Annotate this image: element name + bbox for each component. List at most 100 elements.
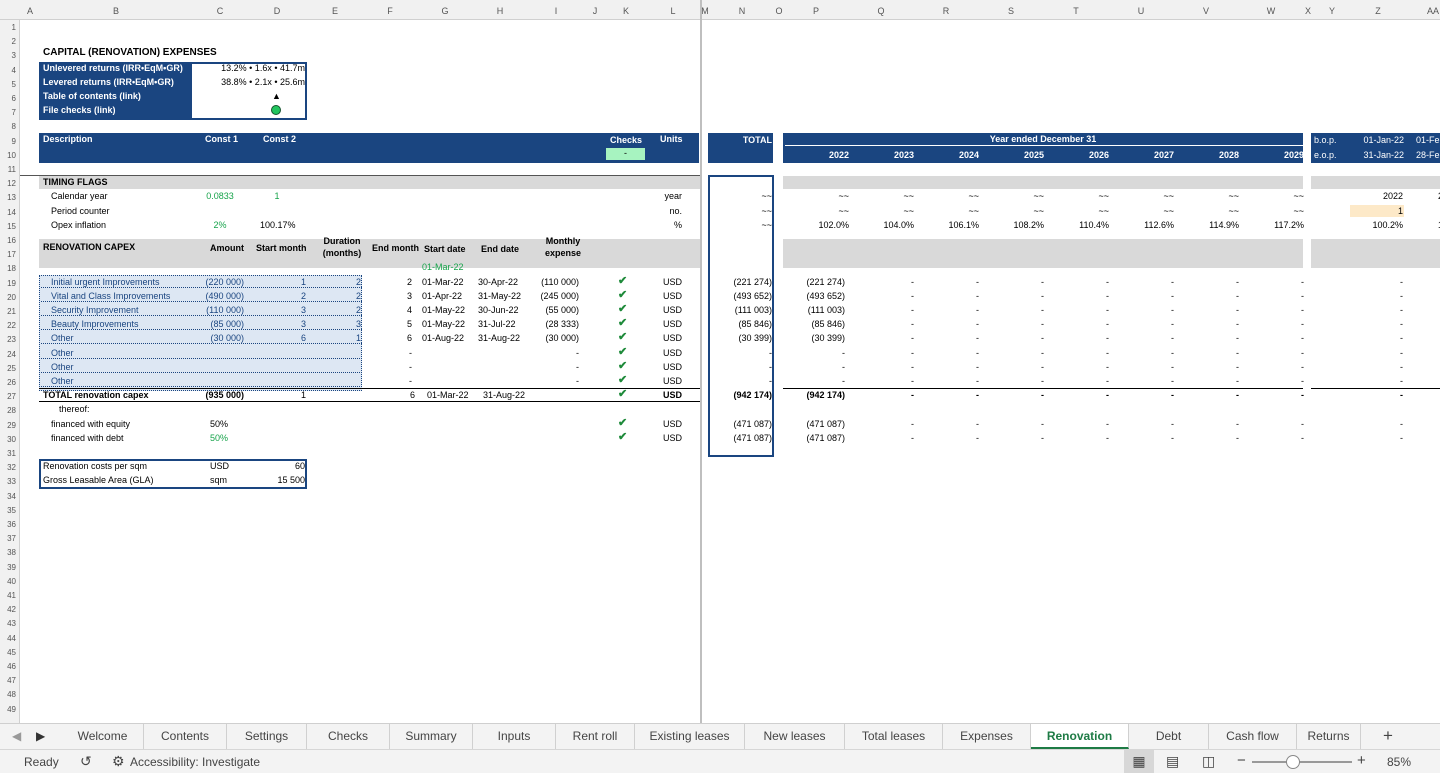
capex-item-name[interactable]: Other bbox=[51, 348, 74, 359]
sheet-tab-debt[interactable]: Debt bbox=[1129, 724, 1209, 749]
row-header[interactable]: 24 bbox=[7, 350, 16, 359]
column-header[interactable]: T bbox=[1073, 6, 1079, 16]
row-header[interactable]: 30 bbox=[7, 435, 16, 444]
macro-record-icon[interactable]: ↺ bbox=[80, 753, 92, 770]
capex-item-name[interactable]: Initial urgent Improvements bbox=[51, 277, 160, 288]
column-header[interactable]: H bbox=[497, 6, 504, 16]
row-header[interactable]: 4 bbox=[12, 66, 16, 75]
capex-duration[interactable] bbox=[331, 348, 361, 359]
row-header[interactable]: 35 bbox=[7, 506, 16, 515]
row-header[interactable]: 26 bbox=[7, 378, 16, 387]
row-header[interactable]: 5 bbox=[12, 80, 16, 89]
timing-const2[interactable] bbox=[260, 206, 294, 217]
timing-const2[interactable]: 100.17% bbox=[260, 220, 296, 231]
timing-const2[interactable]: 1 bbox=[260, 191, 294, 202]
row-header[interactable]: 47 bbox=[7, 676, 16, 685]
column-header[interactable]: V bbox=[1203, 6, 1209, 16]
add-sheet-icon[interactable]: + bbox=[1383, 726, 1393, 746]
capex-item-name[interactable]: Other bbox=[51, 376, 74, 387]
column-header[interactable]: E bbox=[332, 6, 338, 16]
row-header[interactable]: 13 bbox=[7, 193, 16, 202]
capex-duration[interactable]: 2 bbox=[331, 277, 361, 288]
zoom-slider[interactable] bbox=[1252, 755, 1352, 769]
row-header[interactable]: 1 bbox=[12, 23, 16, 32]
capex-item-name[interactable]: Other bbox=[51, 362, 74, 373]
column-header[interactable]: W bbox=[1267, 6, 1276, 16]
sheet-tab-total-leases[interactable]: Total leases bbox=[845, 724, 943, 749]
column-header[interactable]: D bbox=[274, 6, 281, 16]
capex-amount[interactable]: (220 000) bbox=[184, 277, 244, 288]
capex-item-name[interactable]: Other bbox=[51, 333, 74, 344]
column-header[interactable]: C bbox=[217, 6, 224, 16]
capex-start-month[interactable]: 1 bbox=[276, 277, 306, 288]
column-header[interactable]: S bbox=[1008, 6, 1014, 16]
financing-pct[interactable]: 50% bbox=[210, 419, 228, 430]
financing-pct[interactable]: 50% bbox=[210, 433, 228, 444]
row-header[interactable]: 11 bbox=[8, 165, 16, 174]
row-header[interactable]: 48 bbox=[7, 690, 16, 699]
summary-value[interactable]: 13.2% • 1.6x • 41.7m bbox=[195, 63, 305, 74]
row-header[interactable]: 46 bbox=[7, 662, 16, 671]
row-header[interactable]: 37 bbox=[7, 534, 16, 543]
capex-amount[interactable]: (490 000) bbox=[184, 291, 244, 302]
capex-duration[interactable]: 2 bbox=[331, 305, 361, 316]
normal-view-icon[interactable]: ▦ bbox=[1124, 750, 1154, 773]
timing-const1[interactable]: 2% bbox=[204, 220, 236, 231]
column-header[interactable]: Y bbox=[1329, 6, 1335, 16]
row-header[interactable]: 38 bbox=[7, 548, 16, 557]
row-header[interactable]: 23 bbox=[7, 335, 16, 344]
row-header[interactable]: 15 bbox=[7, 222, 16, 231]
row-header[interactable]: 2 bbox=[12, 37, 16, 46]
row-header[interactable]: 34 bbox=[7, 492, 16, 501]
page-layout-icon[interactable]: ▤ bbox=[1166, 753, 1179, 770]
row-header[interactable]: 28 bbox=[7, 406, 16, 415]
row-header[interactable]: 16 bbox=[7, 236, 16, 245]
capex-duration[interactable] bbox=[331, 362, 361, 373]
accessibility-icon[interactable]: ⚙ bbox=[112, 753, 125, 770]
sheet-tab-cash-flow[interactable]: Cash flow bbox=[1209, 724, 1297, 749]
row-header[interactable]: 22 bbox=[7, 321, 16, 330]
column-header[interactable]: A bbox=[27, 6, 33, 16]
row-header[interactable]: 31 bbox=[7, 449, 16, 458]
column-header[interactable]: N bbox=[739, 6, 746, 16]
column-header[interactable]: X bbox=[1305, 6, 1311, 16]
sheet-tab-checks[interactable]: Checks bbox=[307, 724, 390, 749]
capex-start-month[interactable]: 2 bbox=[276, 291, 306, 302]
zoom-in-icon[interactable]: + bbox=[1357, 752, 1366, 769]
summary-value[interactable]: 38.8% • 2.1x • 25.6m bbox=[195, 77, 305, 88]
row-header[interactable]: 42 bbox=[7, 605, 16, 614]
sheet-tab-new-leases[interactable]: New leases bbox=[745, 724, 845, 749]
capex-amount[interactable]: (85 000) bbox=[184, 319, 244, 330]
column-header[interactable]: L bbox=[670, 6, 675, 16]
row-header[interactable]: 40 bbox=[7, 577, 16, 586]
row-header[interactable]: 18 bbox=[7, 264, 16, 273]
capex-item-name[interactable]: Beauty Improvements bbox=[51, 319, 139, 330]
capex-amount[interactable] bbox=[184, 348, 244, 359]
column-header[interactable]: Q bbox=[877, 6, 884, 16]
column-header[interactable]: G bbox=[441, 6, 448, 16]
row-header[interactable]: 44 bbox=[7, 634, 16, 643]
assumption-value[interactable]: 15 500 bbox=[255, 475, 305, 486]
sheet-tab-settings[interactable]: Settings bbox=[227, 724, 307, 749]
column-header[interactable]: P bbox=[813, 6, 819, 16]
capex-start-month[interactable]: 3 bbox=[276, 305, 306, 316]
sheet-tab-renovation[interactable]: Renovation bbox=[1031, 724, 1129, 749]
row-header[interactable]: 19 bbox=[7, 279, 16, 288]
zoom-level[interactable]: 85% bbox=[1387, 755, 1411, 769]
row-header[interactable]: 41 bbox=[7, 591, 16, 600]
capex-amount[interactable] bbox=[184, 376, 244, 387]
row-header[interactable]: 10 bbox=[7, 151, 16, 160]
sheet-tab-rent-roll[interactable]: Rent roll bbox=[556, 724, 635, 749]
row-header[interactable]: 27 bbox=[7, 392, 16, 401]
column-header[interactable]: J bbox=[593, 6, 598, 16]
row-header[interactable]: 6 bbox=[12, 94, 16, 103]
page-break-icon[interactable]: ◫ bbox=[1202, 753, 1215, 770]
row-header[interactable]: 32 bbox=[7, 463, 16, 472]
capex-start-month[interactable]: 6 bbox=[276, 333, 306, 344]
sheet-tab-welcome[interactable]: Welcome bbox=[62, 724, 144, 749]
column-header[interactable]: B bbox=[113, 6, 119, 16]
row-header[interactable]: 3 bbox=[12, 51, 16, 60]
row-header[interactable]: 20 bbox=[7, 293, 16, 302]
sheet-tab-returns[interactable]: Returns bbox=[1297, 724, 1361, 749]
row-header[interactable]: 8 bbox=[12, 122, 16, 131]
